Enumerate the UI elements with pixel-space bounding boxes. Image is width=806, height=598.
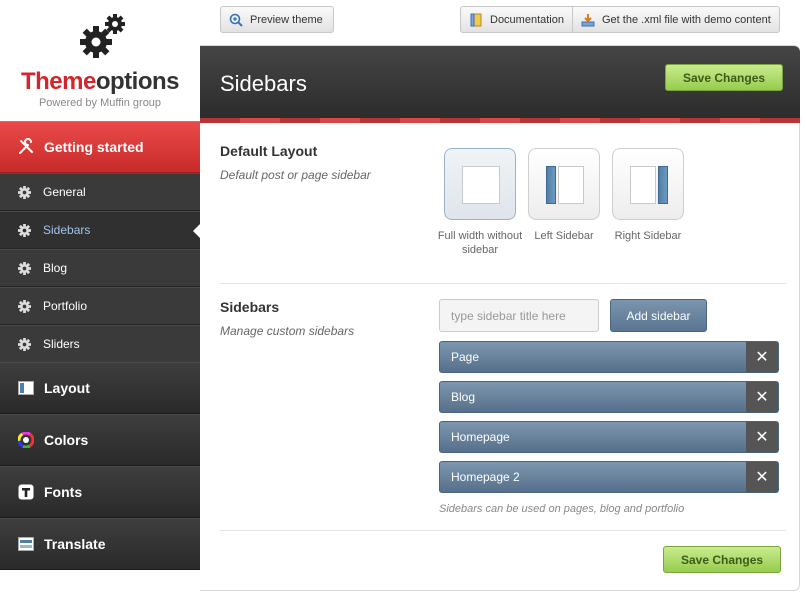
download-icon: [581, 13, 595, 26]
nav-layout-label: Layout: [44, 380, 90, 396]
layout-full-width-label: Full width without sidebar: [437, 230, 523, 256]
documentation-button[interactable]: Documentation: [461, 7, 572, 32]
book-icon: [470, 13, 482, 26]
sidebar-item-name: Blog: [451, 390, 476, 404]
layout-left-sidebar-label: Left Sidebar: [534, 230, 594, 242]
nav-sub-general[interactable]: General: [0, 173, 200, 211]
layout-right-sidebar-label: Right Sidebar: [614, 230, 682, 242]
brand-part1: Theme: [20, 68, 96, 95]
sidebar-item-name: Homepage: [451, 430, 510, 444]
save-changes-button-bottom[interactable]: Save Changes: [663, 546, 782, 573]
cog-icon: [18, 261, 31, 275]
cog-icon: [18, 337, 31, 351]
fonts-icon: [17, 483, 35, 501]
page-shape: [462, 166, 500, 204]
gears-logo-icon: [80, 14, 125, 58]
main-panel: Sidebars Save Changes Default Layout Def…: [200, 45, 800, 591]
get-xml-label: Get the .xml file with demo content: [602, 13, 771, 26]
remove-sidebar-close-icon[interactable]: ✕: [746, 382, 778, 412]
get-xml-button[interactable]: Get the .xml file with demo content: [572, 7, 779, 32]
active-pointer: [193, 224, 200, 238]
remove-sidebar-close-icon[interactable]: ✕: [746, 342, 778, 372]
default-layout-desc: Default post or page sidebar: [220, 168, 371, 182]
sidebar-list-item: Blog ✕: [439, 381, 779, 413]
page-title: Sidebars: [220, 71, 307, 96]
translate-icon: [17, 535, 35, 553]
section-divider: [220, 283, 786, 284]
documentation-label: Documentation: [490, 13, 564, 26]
nav-getting-started-label: Getting started: [44, 139, 144, 155]
nav-getting-started[interactable]: Getting started: [0, 121, 200, 173]
remove-sidebar-close-icon[interactable]: ✕: [746, 462, 778, 492]
layout-full-width-option[interactable]: [444, 148, 516, 220]
brand-name: Themeoptions: [0, 68, 200, 96]
layout-icon: [17, 379, 35, 397]
nav-fonts-label: Fonts: [44, 484, 83, 500]
nav-translate-label: Translate: [44, 536, 106, 552]
page-shape: [630, 166, 656, 204]
nav-sub-label: Sidebars: [43, 223, 91, 237]
layout-right-sidebar-option[interactable]: [612, 148, 684, 220]
section-divider: [220, 530, 786, 531]
nav-sub-blog[interactable]: Blog: [0, 249, 200, 287]
nav-sub-label: Blog: [43, 261, 68, 275]
brand-subtitle: Powered by Muffin group: [38, 97, 162, 109]
tools-icon: [17, 138, 35, 156]
sidebars-section-desc: Manage custom sidebars: [220, 324, 355, 338]
sidebar-item-name: Homepage 2: [451, 470, 520, 484]
remove-sidebar-close-icon[interactable]: ✕: [746, 422, 778, 452]
sidebars-note: Sidebars can be used on pages, blog and …: [439, 503, 685, 515]
nav-sub-portfolio[interactable]: Portfolio: [0, 287, 200, 325]
sidebar-item-name: Page: [451, 350, 480, 364]
logo: Themeoptions Powered by Muffin group: [0, 0, 200, 120]
default-layout-title: Default Layout: [220, 143, 318, 159]
nav-fonts[interactable]: Fonts: [0, 466, 200, 518]
magnifier-icon: [229, 13, 243, 27]
nav-sub-label: Portfolio: [43, 299, 88, 313]
page-shape: [558, 166, 584, 204]
nav-sub-label: Sliders: [43, 337, 80, 351]
cog-icon: [18, 185, 31, 199]
preview-theme-button[interactable]: Preview theme: [220, 6, 334, 33]
sidebar-list-item: Page ✕: [439, 341, 779, 373]
docs-button-group: Documentation Get the .xml file with dem…: [460, 6, 780, 33]
sidebars-section-title: Sidebars: [220, 299, 280, 315]
add-sidebar-button[interactable]: Add sidebar: [610, 299, 707, 332]
nav-sub-label: General: [43, 185, 86, 199]
sidebar-shape: [546, 166, 556, 204]
brand-part2: options: [95, 68, 180, 95]
nav-sub-sidebars[interactable]: Sidebars: [0, 211, 200, 249]
save-changes-button-top[interactable]: Save Changes: [665, 64, 784, 91]
sidebar-title-input[interactable]: [439, 299, 599, 332]
header-stripe: [200, 118, 800, 123]
nav-translate[interactable]: Translate: [0, 518, 200, 570]
nav-sub-sliders[interactable]: Sliders: [0, 325, 200, 363]
sidebar: Themeoptions Powered by Muffin group Get…: [0, 0, 200, 598]
sidebar-list-item: Homepage ✕: [439, 421, 779, 453]
cog-icon: [18, 223, 31, 237]
sidebar-shape: [658, 166, 668, 204]
sidebar-list-item: Homepage 2 ✕: [439, 461, 779, 493]
nav-colors[interactable]: Colors: [0, 414, 200, 466]
nav-layout[interactable]: Layout: [0, 362, 200, 414]
layout-left-sidebar-option[interactable]: [528, 148, 600, 220]
nav-colors-label: Colors: [44, 432, 89, 448]
cog-icon: [18, 299, 31, 313]
preview-theme-label: Preview theme: [250, 13, 323, 26]
color-wheel-icon: [17, 431, 35, 449]
